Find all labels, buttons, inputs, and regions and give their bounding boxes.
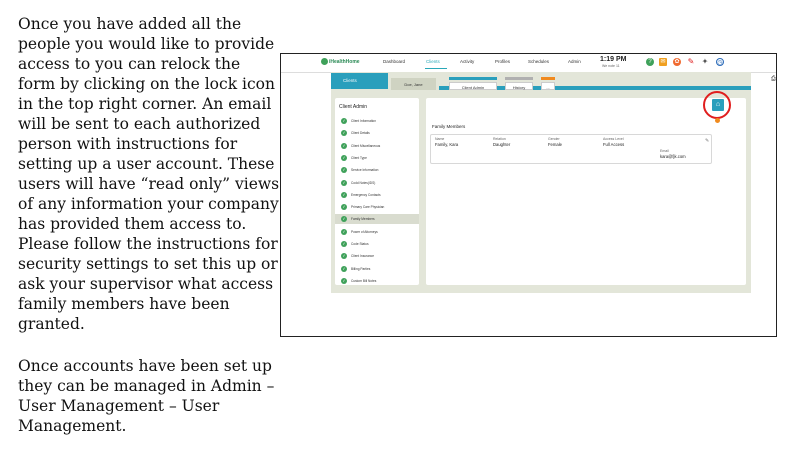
- sidebar-item[interactable]: ✓ Billing Parties: [335, 264, 419, 274]
- sidebar-item-label: Primary Care Physician: [351, 205, 385, 210]
- printer-icon[interactable]: ⎙: [771, 76, 776, 82]
- subtab-bar-client-admin: [449, 77, 497, 80]
- check-icon: ✓: [341, 130, 347, 137]
- edit-icon[interactable]: ✎: [705, 138, 709, 144]
- sidebar-item-label: Billing Parties: [351, 266, 371, 271]
- nav-dashboard[interactable]: Dashboard: [383, 59, 405, 64]
- nav-schedules[interactable]: Schedules: [528, 59, 549, 64]
- member-name: Family, Kara: [435, 142, 459, 147]
- sidebar-item-label: Service Information: [351, 168, 379, 173]
- butterfly-icon[interactable]: ✿: [673, 58, 681, 66]
- client-name-tab[interactable]: Doe, Jane: [391, 78, 436, 90]
- nav-activity[interactable]: Activity: [460, 59, 474, 64]
- sidebar-item-label: Client Insurance: [351, 254, 375, 259]
- sidebar-item[interactable]: ✓ Client Details: [335, 128, 419, 138]
- sidebar-item-label: Codd Notes(IDS): [351, 180, 376, 185]
- main-content: Clients Doe, Jane Client Admin History .…: [331, 72, 776, 293]
- client-admin-sidebar: Client Admin ✓ Client Information ✓ Client …: [335, 98, 419, 285]
- lock-highlight-circle: [703, 91, 731, 119]
- subtab-client-admin[interactable]: Client Admin: [449, 82, 497, 90]
- name-header: Name: [435, 137, 445, 141]
- sidebar-item-label: Client Type: [351, 155, 367, 160]
- sidebar-item-label: Client Details: [351, 131, 370, 136]
- help-icon[interactable]: ?: [646, 58, 654, 66]
- sidebar-item[interactable]: ✓ Family Members: [335, 214, 419, 225]
- member-relation: Daughter: [493, 142, 511, 147]
- check-icon: ✓: [341, 191, 347, 198]
- add-icon[interactable]: [715, 118, 720, 123]
- email-header: Email: [660, 149, 669, 153]
- active-nav-underline: [425, 68, 447, 69]
- sidebar-item[interactable]: ✓ Service Information: [335, 165, 419, 175]
- sidebar-item-label: Emergency Contacts: [351, 192, 381, 197]
- sidebar-item[interactable]: ✓ Client Information: [335, 116, 419, 126]
- gender-header: Gender: [548, 137, 560, 141]
- clock-subtext: We note 11: [602, 64, 620, 68]
- instruction-paragraph-2: Once accounts have been set up they can …: [18, 357, 275, 435]
- clock-time: 1:19 PM: [600, 56, 627, 63]
- nav-admin[interactable]: Admin: [568, 59, 581, 64]
- check-icon: ✓: [341, 253, 347, 260]
- check-icon: ✓: [341, 154, 347, 161]
- member-access: Full Access: [603, 142, 625, 147]
- sidebar-item-label: Client Information: [351, 119, 376, 123]
- sidebar-item-label: Power of Attorneys: [351, 229, 378, 234]
- check-icon: ✓: [341, 241, 347, 247]
- subtab-bar-history: [505, 77, 533, 80]
- sidebar-title: Client Admin: [339, 104, 368, 110]
- relation-header: Relation: [493, 137, 506, 141]
- check-icon: ✓: [341, 204, 347, 211]
- clock-icon[interactable]: ◷: [716, 58, 724, 66]
- mail-icon[interactable]: ✉: [659, 58, 667, 66]
- app-screenshot: iHealthHome Dashboard Clients Activity P…: [280, 53, 777, 337]
- instruction-paragraph-1: Once you have added all the people you w…: [18, 15, 280, 333]
- sidebar-item-label: Code Status: [351, 242, 369, 246]
- check-icon: ✓: [341, 118, 347, 124]
- sidebar-item[interactable]: ✓ Client Insurance: [335, 251, 419, 261]
- member-email: kara@fjk.com: [660, 154, 686, 159]
- sidebar-item-label: Client Miscellaneous: [351, 143, 381, 148]
- sidebar-item-label: Custom Bill Notes: [351, 278, 377, 283]
- clients-tab-label: Clients: [343, 78, 357, 83]
- sidebar-item[interactable]: ✓ Emergency Contacts: [335, 190, 419, 200]
- check-icon: ✓: [341, 216, 347, 223]
- clients-tab[interactable]: Clients: [331, 73, 388, 89]
- check-icon: ✓: [341, 228, 347, 235]
- access-header: Access Level: [603, 137, 624, 141]
- sidebar-item[interactable]: ✓ Power of Attorneys: [335, 227, 419, 237]
- check-icon: ✓: [341, 265, 347, 272]
- logo-icon: [321, 58, 328, 65]
- check-icon: ✓: [341, 179, 347, 186]
- pin-icon[interactable]: ✦: [701, 58, 709, 66]
- member-gender: Female: [548, 142, 562, 147]
- sidebar-item[interactable]: ✓ Client Miscellaneous: [335, 141, 419, 151]
- check-icon: ✓: [341, 142, 347, 149]
- check-icon: ✓: [341, 277, 347, 284]
- family-members-panel: Family Members Name Family, Kara Relatio…: [426, 98, 746, 285]
- sidebar-item[interactable]: ✓ Primary Care Physician: [335, 202, 419, 212]
- subtab-more[interactable]: ...: [541, 82, 555, 90]
- sidebar-item[interactable]: ✓ Codd Notes(IDS): [335, 178, 419, 188]
- pencil-icon[interactable]: ✎: [687, 58, 695, 66]
- subtab-history[interactable]: History: [505, 82, 533, 90]
- nav-clients[interactable]: Clients: [426, 59, 440, 64]
- sidebar-item-label: Family Members: [351, 217, 375, 222]
- family-member-card[interactable]: Name Family, Kara Relation Daughter Gend…: [430, 134, 712, 164]
- subtab-bar-more: [541, 77, 555, 80]
- sidebar-item[interactable]: ✓ Custom Bill Notes: [335, 276, 419, 286]
- sidebar-item[interactable]: ✓ Client Type: [335, 153, 419, 163]
- top-navigation-bar: iHealthHome Dashboard Clients Activity P…: [281, 54, 776, 73]
- family-members-title: Family Members: [432, 124, 466, 129]
- sidebar-item[interactable]: ✓ Code Status: [335, 239, 419, 249]
- app-logo[interactable]: iHealthHome: [329, 59, 360, 65]
- check-icon: ✓: [341, 167, 347, 174]
- nav-profiles[interactable]: Profiles: [495, 59, 510, 64]
